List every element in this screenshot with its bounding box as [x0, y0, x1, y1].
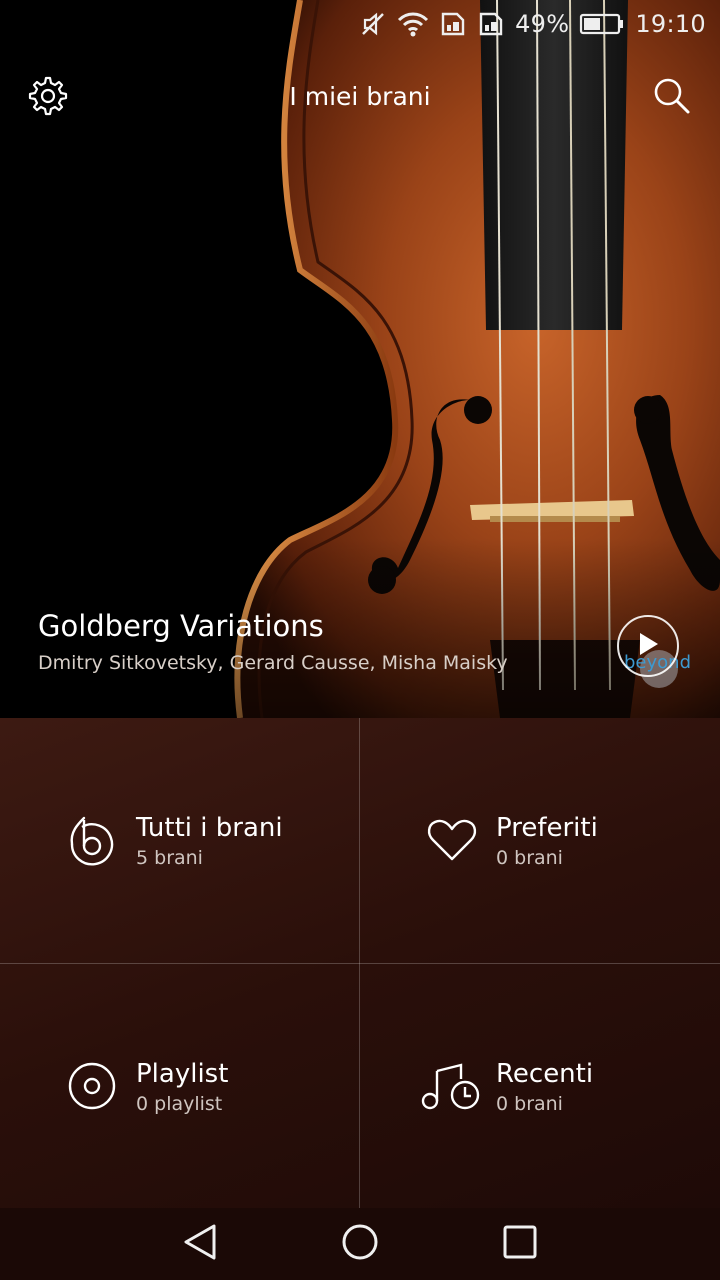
search-button[interactable]: [648, 74, 696, 122]
disc-icon: [66, 1060, 118, 1112]
track-title: Goldberg Variations: [38, 609, 324, 643]
tile-count: 0 playlist: [136, 1093, 223, 1115]
back-icon: [182, 1223, 218, 1265]
track-artist: Dmitry Sitkovetsky, Gerard Causse, Misha…: [38, 652, 508, 674]
recent-music-icon: [420, 1060, 484, 1112]
now-playing-info[interactable]: Goldberg Variations Dmitry Sitkovetsky, …: [38, 606, 598, 680]
back-button[interactable]: [178, 1222, 222, 1266]
tile-count: 0 brani: [496, 847, 563, 869]
tile-label: Playlist: [136, 1059, 229, 1089]
search-icon: [652, 76, 692, 120]
system-nav-bar: [0, 1208, 720, 1280]
top-app-bar: I miei brani: [0, 62, 720, 132]
status-bar: 49% 19:10: [0, 0, 720, 48]
sim1-icon: [439, 10, 467, 38]
home-icon: [341, 1223, 379, 1265]
all-songs-icon: [66, 814, 118, 866]
play-icon: [636, 631, 660, 661]
home-button[interactable]: [338, 1222, 382, 1266]
recents-icon: [502, 1224, 538, 1264]
music-home-screen: 49% 19:10 I miei brani Goldberg Variatio…: [0, 0, 720, 1280]
tile-label: Tutti i brani: [136, 813, 283, 843]
page-title: I miei brani: [289, 82, 431, 111]
battery-icon: [579, 12, 625, 36]
battery-percent: 49%: [515, 10, 570, 38]
tile-count: 5 brani: [136, 847, 203, 869]
mute-icon: [359, 10, 387, 38]
tile-playlist[interactable]: Playlist 0 playlist: [0, 964, 359, 1209]
tile-recent[interactable]: Recenti 0 brani: [360, 964, 719, 1209]
play-button[interactable]: [617, 615, 679, 677]
heart-icon: [426, 814, 478, 866]
album-hero[interactable]: 49% 19:10 I miei brani Goldberg Variatio…: [0, 0, 720, 718]
tile-all-songs[interactable]: Tutti i brani 5 brani: [0, 718, 359, 963]
tile-favorites[interactable]: Preferiti 0 brani: [360, 718, 719, 963]
clock: 19:10: [635, 10, 706, 38]
wifi-icon: [397, 10, 429, 38]
tile-label: Preferiti: [496, 813, 598, 843]
tile-label: Recenti: [496, 1059, 594, 1089]
sim2-icon: [477, 10, 505, 38]
tile-count: 0 brani: [496, 1093, 563, 1115]
library-grid: Tutti i brani 5 brani Preferiti 0 brani …: [0, 718, 720, 1208]
recents-button[interactable]: [498, 1222, 542, 1266]
